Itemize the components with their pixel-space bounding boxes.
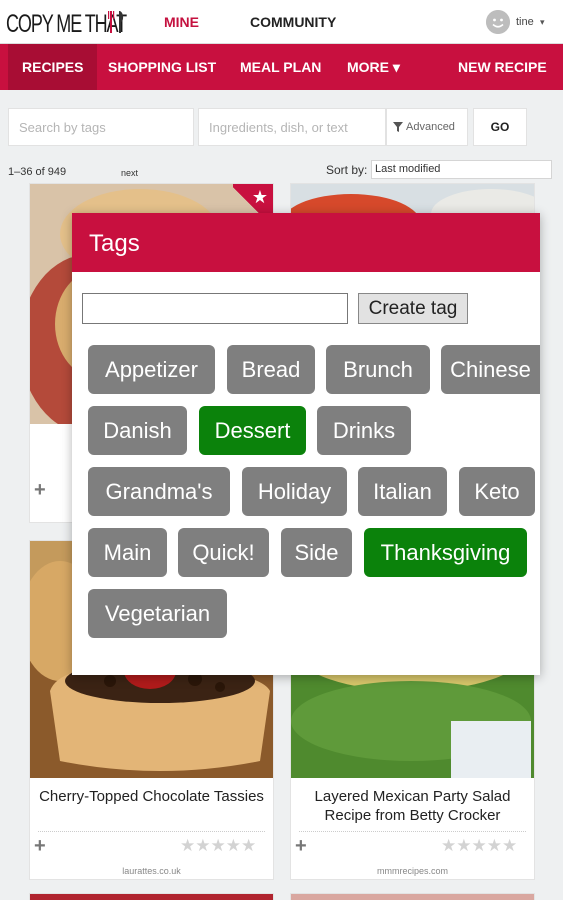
nav-shopping-list[interactable]: SHOPPING LIST [108, 44, 216, 90]
sort-label: Sort by: [326, 163, 368, 177]
tag-grandmas[interactable]: Grandma's [88, 467, 230, 516]
recipe-card[interactable] [290, 893, 535, 900]
recipe-title[interactable]: Cherry-Topped Chocolate Tassies [36, 787, 267, 806]
tag-italian[interactable]: Italian [358, 467, 447, 516]
sort-select[interactable]: Last modified [371, 160, 552, 179]
next-page-link[interactable]: next [121, 168, 138, 178]
tags-modal: Tags Create tag Appetizer Bread Brunch C… [72, 213, 540, 675]
search-tags-input[interactable] [9, 109, 193, 145]
nav-community[interactable]: COMMUNITY [250, 14, 336, 30]
add-to-list-icon[interactable]: + [34, 835, 46, 858]
rating-stars[interactable]: ★★★★★ [441, 836, 517, 856]
advanced-filter-button[interactable]: Advanced [386, 108, 468, 146]
main-nav: RECIPES SHOPPING LIST MEAL PLAN MORE ▾ N… [0, 44, 563, 90]
recipe-title[interactable]: Layered Mexican Party Salad Recipe from … [297, 787, 528, 825]
nav-meal-plan[interactable]: MEAL PLAN [240, 44, 321, 90]
tag-bread[interactable]: Bread [227, 345, 315, 394]
card-divider [299, 831, 526, 832]
utensils-icon [108, 11, 124, 33]
modal-header: Tags [72, 213, 540, 272]
tag-dessert[interactable]: Dessert [199, 406, 306, 455]
new-tag-input[interactable] [82, 293, 348, 324]
card-divider [38, 831, 265, 832]
results-count: 1–36 of 949 [8, 166, 67, 178]
star-icon: ★ [251, 187, 268, 207]
add-to-list-icon[interactable]: + [295, 835, 307, 858]
tag-vegetarian[interactable]: Vegetarian [88, 589, 227, 638]
advanced-label: Advanced [406, 121, 455, 133]
top-bar: COPY ME THAT MINE COMMUNITY tine ▾ [0, 0, 563, 44]
tag-chinese[interactable]: Chinese [441, 345, 540, 394]
rating-stars[interactable]: ★★★★★ [180, 836, 256, 856]
modal-title: Tags [89, 230, 140, 257]
search-tags-field[interactable] [8, 108, 194, 146]
user-name[interactable]: tine [516, 16, 534, 28]
avatar-icon[interactable] [486, 10, 510, 34]
tag-danish[interactable]: Danish [88, 406, 187, 455]
search-field[interactable] [198, 108, 386, 146]
create-tag-button[interactable]: Create tag [358, 293, 468, 324]
search-input[interactable] [199, 109, 385, 145]
tag-holiday[interactable]: Holiday [242, 467, 347, 516]
favorite-flag[interactable]: ★ [233, 184, 273, 216]
nav-recipes[interactable]: RECIPES [8, 44, 98, 90]
tag-quick[interactable]: Quick! [178, 528, 269, 577]
filter-icon [393, 122, 403, 132]
go-button[interactable]: GO [473, 108, 527, 146]
tag-keto[interactable]: Keto [459, 467, 535, 516]
recipe-source[interactable]: laurattes.co.uk [30, 866, 273, 876]
tag-drinks[interactable]: Drinks [317, 406, 411, 455]
tag-main[interactable]: Main [88, 528, 167, 577]
user-menu-caret-icon[interactable]: ▾ [540, 17, 545, 28]
tag-appetizer[interactable]: Appetizer [88, 345, 215, 394]
tag-side[interactable]: Side [281, 528, 352, 577]
nav-more[interactable]: MORE ▾ [347, 44, 400, 90]
nav-mine[interactable]: MINE [164, 14, 199, 30]
recipe-card[interactable] [29, 893, 274, 900]
recipe-source[interactable]: mmmrecipes.com [291, 866, 534, 876]
tag-brunch[interactable]: Brunch [326, 345, 430, 394]
nav-new-recipe[interactable]: NEW RECIPE [458, 44, 547, 90]
tag-thanksgiving[interactable]: Thanksgiving [364, 528, 527, 577]
add-to-list-icon[interactable]: + [34, 479, 46, 502]
